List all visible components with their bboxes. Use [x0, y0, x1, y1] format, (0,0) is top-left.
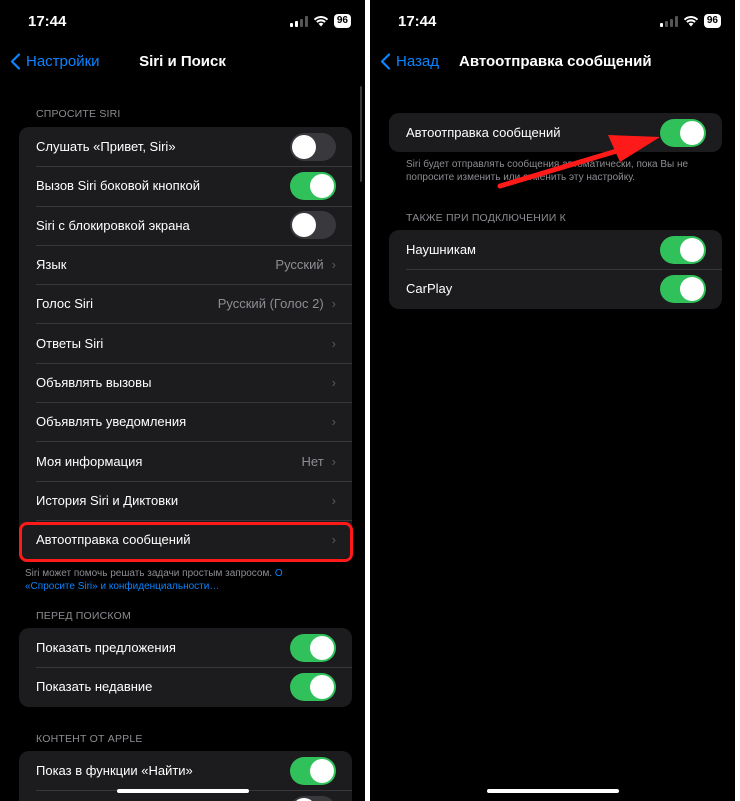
hey-siri-toggle[interactable] [290, 132, 336, 161]
row-label: Голос Siri [36, 296, 93, 312]
section-header-connection: ТАКЖЕ ПРИ ПОДКЛЮЧЕНИИ К [406, 212, 566, 224]
section-header-apple-content: КОНТЕНТ ОТ APPLE [36, 733, 143, 745]
chevron-right-icon: › [331, 296, 336, 312]
section-header-ask-siri: СПРОСИТЕ SIRI [36, 108, 121, 120]
row-label: Автоотправка сообщений [406, 125, 561, 141]
chevron-left-icon [380, 53, 391, 70]
row-label: Ответы Siri [36, 335, 104, 351]
row-show-in-lookup[interactable]: Показ в функции «Найти» [19, 751, 352, 790]
status-time: 17:44 [398, 13, 437, 30]
privacy-link-continued[interactable]: «Спросите Siri» и конфиденциальности… [25, 581, 219, 592]
auto-send-toggle[interactable] [660, 118, 706, 147]
side-button-toggle[interactable] [290, 171, 336, 200]
suggestions-toggle[interactable] [290, 633, 336, 662]
siri-footer: Siri может помочь решать задачи простым … [25, 567, 355, 593]
footer-text: Siri может помочь решать задачи простым … [25, 568, 275, 579]
page-title: Автоотправка сообщений [459, 53, 652, 70]
auto-send-screen: 17:44 96 Назад Автоотправка сообщений Ав… [370, 0, 735, 801]
chevron-right-icon: › [331, 414, 336, 430]
row-hey-siri[interactable]: Слушать «Привет, Siri» [19, 127, 352, 166]
row-announce-calls[interactable]: Объявлять вызовы › [19, 362, 352, 402]
lock-screen-toggle[interactable] [290, 211, 336, 240]
row-label: Объявлять уведомления [36, 414, 187, 430]
row-label: История Siri и Диктовки [36, 492, 179, 508]
apple-content-group: Показ в функции «Найти» [19, 751, 352, 801]
chevron-right-icon: › [331, 257, 336, 273]
row-lock-screen[interactable]: Siri с блокировкой экрана [19, 205, 352, 245]
row-label: Показать недавние [36, 679, 153, 695]
row-label: Показать предложения [36, 640, 176, 656]
row-language[interactable]: Язык Русский › [19, 244, 352, 284]
nav-bar: Настройки Siri и Поиск [0, 44, 365, 82]
auto-send-group: Автоотправка сообщений [389, 113, 722, 153]
row-headphones[interactable]: Наушникам [389, 230, 722, 269]
row-value: Русский [275, 257, 324, 273]
battery-indicator: 96 [333, 14, 351, 28]
ask-siri-group: Слушать «Привет, Siri» Вызов Siri боково… [19, 127, 352, 560]
status-bar: 17:44 96 [370, 0, 735, 44]
row-siri-responses[interactable]: Ответы Siri › [19, 323, 352, 362]
back-button[interactable]: Назад [380, 53, 439, 70]
row-auto-send-messages[interactable]: Автоотправка сообщений [389, 113, 722, 152]
signal-icon [289, 15, 308, 27]
wifi-icon [683, 16, 699, 27]
row-announce-notifications[interactable]: Объявлять уведомления › [19, 402, 352, 441]
row-label: Моя информация [36, 453, 143, 469]
scroll-indicator[interactable] [360, 86, 362, 182]
connection-group: Наушникам CarPlay [389, 230, 722, 309]
page-title: Siri и Поиск [139, 53, 226, 70]
row-label: Слушать «Привет, Siri» [36, 139, 176, 155]
battery-indicator: 96 [703, 14, 721, 28]
row-label: Автоотправка сообщений [36, 532, 191, 548]
recents-toggle[interactable] [290, 672, 336, 701]
chevron-right-icon: › [331, 532, 336, 548]
privacy-link[interactable]: О [275, 568, 283, 579]
nav-bar: Назад Автоотправка сообщений [370, 44, 735, 82]
row-label: Siri с блокировкой экрана [36, 217, 190, 233]
row-show-recents[interactable]: Показать недавние [19, 667, 352, 706]
row-label: Язык [36, 257, 67, 273]
row-siri-history[interactable]: История Siri и Диктовки › [19, 480, 352, 520]
chevron-right-icon: › [331, 453, 336, 469]
back-label: Назад [396, 53, 439, 70]
chevron-right-icon: › [331, 492, 336, 508]
row-siri-voice[interactable]: Голос Siri Русский (Голос 2) › [19, 284, 352, 323]
partial-toggle[interactable] [290, 795, 336, 801]
row-show-suggestions[interactable]: Показать предложения [19, 628, 352, 667]
home-indicator[interactable] [116, 789, 249, 793]
signal-icon [659, 15, 678, 27]
home-indicator[interactable] [486, 789, 619, 793]
status-time: 17:44 [28, 13, 67, 30]
status-bar: 17:44 96 [0, 0, 365, 44]
lookup-toggle[interactable] [290, 756, 336, 785]
row-label: Вызов Siri боковой кнопкой [36, 178, 201, 194]
row-label: Объявлять вызовы [36, 374, 152, 390]
wifi-icon [313, 16, 329, 27]
row-label: Показ в функции «Найти» [36, 763, 193, 779]
row-label: CarPlay [406, 281, 453, 297]
row-value: Русский (Голос 2) [217, 296, 324, 312]
row-value: Нет [301, 453, 324, 469]
carplay-toggle[interactable] [660, 274, 706, 303]
section-header-before-search: ПЕРЕД ПОИСКОМ [36, 610, 131, 622]
row-carplay[interactable]: CarPlay [389, 269, 722, 308]
auto-send-footer: Siri будет отправлять сообщения автомати… [406, 159, 689, 183]
siri-search-screen: 17:44 96 Настройки Siri и Поиск СПРОСИТЕ… [0, 0, 365, 801]
chevron-right-icon: › [331, 374, 336, 390]
row-side-button[interactable]: Вызов Siri боковой кнопкой [19, 166, 352, 205]
before-search-group: Показать предложения Показать недавние [19, 628, 352, 707]
row-label: Наушникам [406, 242, 476, 258]
headphones-toggle[interactable] [660, 235, 706, 264]
row-auto-send-messages[interactable]: Автоотправка сообщений › [19, 519, 352, 559]
chevron-right-icon: › [331, 335, 336, 351]
row-my-info[interactable]: Моя информация Нет › [19, 441, 352, 480]
